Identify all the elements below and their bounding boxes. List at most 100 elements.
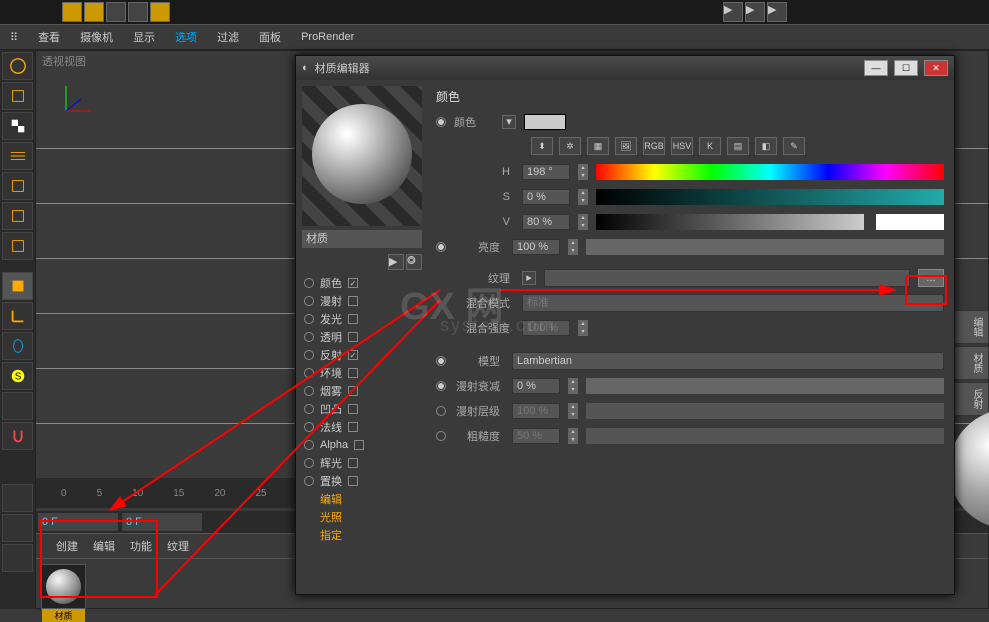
- channel-环境[interactable]: 环境: [302, 364, 420, 382]
- material-slot[interactable]: 材质: [41, 564, 86, 609]
- menu-view[interactable]: 查看: [38, 29, 60, 45]
- texture-field[interactable]: [544, 269, 910, 287]
- channel-透明[interactable]: 透明: [302, 328, 420, 346]
- channel-颜色[interactable]: 颜色✓: [302, 274, 420, 292]
- frame-end[interactable]: 0 F: [122, 513, 202, 531]
- channel-发光[interactable]: 发光: [302, 310, 420, 328]
- color-swatch[interactable]: [524, 114, 566, 130]
- channel-radio[interactable]: [304, 386, 314, 396]
- mesh-icon[interactable]: [2, 142, 33, 170]
- channel-checkbox[interactable]: ✓: [348, 350, 358, 360]
- v-input[interactable]: 80 %: [522, 214, 570, 230]
- channel-辉光[interactable]: 辉光: [302, 454, 420, 472]
- cube-sel-icon[interactable]: [2, 272, 33, 300]
- dropdown-icon[interactable]: ▾: [502, 115, 516, 129]
- play-icon[interactable]: ▶: [745, 2, 765, 22]
- channel-radio[interactable]: [304, 404, 314, 414]
- blend-mode-select[interactable]: 标准: [522, 294, 944, 312]
- cube3-icon[interactable]: [2, 202, 33, 230]
- channel-checkbox[interactable]: [354, 440, 364, 450]
- attr-tab[interactable]: 材质: [949, 346, 989, 380]
- texture-menu-button[interactable]: ▸: [522, 271, 536, 285]
- channel-checkbox[interactable]: [348, 368, 358, 378]
- channel-extra[interactable]: 指定: [302, 526, 420, 544]
- color-mode-button[interactable]: K: [699, 137, 721, 155]
- attr-tab[interactable]: 编辑: [949, 310, 989, 344]
- h-input[interactable]: 198 °: [522, 164, 570, 180]
- color-mode-button[interactable]: ⬍: [531, 137, 553, 155]
- brightness-slider[interactable]: [586, 239, 944, 255]
- spinner-arrows[interactable]: ▴▾: [568, 239, 578, 255]
- rough-slider[interactable]: [586, 428, 944, 444]
- channel-radio[interactable]: [304, 350, 314, 360]
- model-radio[interactable]: [436, 356, 446, 366]
- menu-panel[interactable]: 面板: [259, 29, 281, 45]
- mat-tab-create[interactable]: 创建: [56, 538, 78, 554]
- channel-checkbox[interactable]: [348, 386, 358, 396]
- material-name-field[interactable]: 材质: [302, 230, 422, 248]
- channel-checkbox[interactable]: ✓: [348, 278, 358, 288]
- spinner-arrows[interactable]: ▴▾: [578, 320, 588, 336]
- globe-icon[interactable]: [2, 52, 33, 80]
- mouse-icon[interactable]: [2, 332, 33, 360]
- color-mode-button[interactable]: ✲: [559, 137, 581, 155]
- channel-radio[interactable]: [304, 332, 314, 342]
- color-mode-button[interactable]: HSV: [671, 137, 693, 155]
- falloff-slider[interactable]: [586, 378, 944, 394]
- dialog-titlebar[interactable]: ◐ 材质编辑器 — ☐ ✕: [296, 56, 954, 80]
- sat-slider[interactable]: [596, 189, 944, 205]
- tool-icon[interactable]: [150, 2, 170, 22]
- menu-filter[interactable]: 过滤: [217, 29, 239, 45]
- color-mode-button[interactable]: RGB: [643, 137, 665, 155]
- checker-icon[interactable]: [2, 112, 33, 140]
- channel-radio[interactable]: [304, 458, 314, 468]
- val-slider[interactable]: [596, 214, 864, 230]
- prev-arrow-icon[interactable]: ▶: [388, 254, 404, 270]
- channel-反射[interactable]: 反射✓: [302, 346, 420, 364]
- axis-icon[interactable]: [2, 302, 33, 330]
- channel-烟雾[interactable]: 烟雾: [302, 382, 420, 400]
- spinner-arrows[interactable]: ▴▾: [578, 164, 588, 180]
- mat-tab-edit[interactable]: 编辑: [93, 538, 115, 554]
- difflvl-radio[interactable]: [436, 406, 446, 416]
- spinner-arrows[interactable]: ▴▾: [568, 428, 578, 444]
- tool-icon[interactable]: [62, 2, 82, 22]
- channel-radio[interactable]: [304, 296, 314, 306]
- model-select[interactable]: Lambertian: [512, 352, 944, 370]
- channel-checkbox[interactable]: [348, 422, 358, 432]
- brightness-radio[interactable]: [436, 242, 446, 252]
- mat-tab-func[interactable]: 功能: [130, 538, 152, 554]
- channel-extra[interactable]: 编辑: [302, 490, 420, 508]
- channel-漫射[interactable]: 漫射: [302, 292, 420, 310]
- s-input[interactable]: 0 %: [522, 189, 570, 205]
- channel-radio[interactable]: [304, 422, 314, 432]
- channel-extra[interactable]: 光照: [302, 508, 420, 526]
- difflvl-slider[interactable]: [586, 403, 944, 419]
- spinner-arrows[interactable]: ▴▾: [568, 378, 578, 394]
- channel-radio[interactable]: [304, 368, 314, 378]
- rough-radio[interactable]: [436, 431, 446, 441]
- falloff-input[interactable]: 0 %: [512, 378, 560, 394]
- channel-radio[interactable]: [304, 314, 314, 324]
- color-mode-button[interactable]: 🖼: [615, 137, 637, 155]
- tool-icon[interactable]: [128, 2, 148, 22]
- close-button[interactable]: ✕: [924, 60, 948, 76]
- rough-input[interactable]: 50 %: [512, 428, 560, 444]
- channel-radio[interactable]: [304, 440, 314, 450]
- play-icon[interactable]: ▶: [723, 2, 743, 22]
- minimize-button[interactable]: —: [864, 60, 888, 76]
- channel-radio[interactable]: [304, 476, 314, 486]
- menu-display[interactable]: 显示: [133, 29, 155, 45]
- play-icon[interactable]: ▶: [767, 2, 787, 22]
- menu-camera[interactable]: 摄像机: [80, 29, 113, 45]
- hue-slider[interactable]: [596, 164, 944, 180]
- frame-start[interactable]: 0 F: [38, 513, 118, 531]
- cube4-icon[interactable]: [2, 232, 33, 260]
- brightness-input[interactable]: 100 %: [512, 239, 560, 255]
- channel-法线[interactable]: 法线: [302, 418, 420, 436]
- falloff-radio[interactable]: [436, 381, 446, 391]
- color-mode-button[interactable]: ◧: [755, 137, 777, 155]
- texture-browse-button[interactable]: ...: [918, 269, 944, 287]
- picker-icon[interactable]: ⭗: [406, 254, 422, 270]
- channel-凹凸[interactable]: 凹凸: [302, 400, 420, 418]
